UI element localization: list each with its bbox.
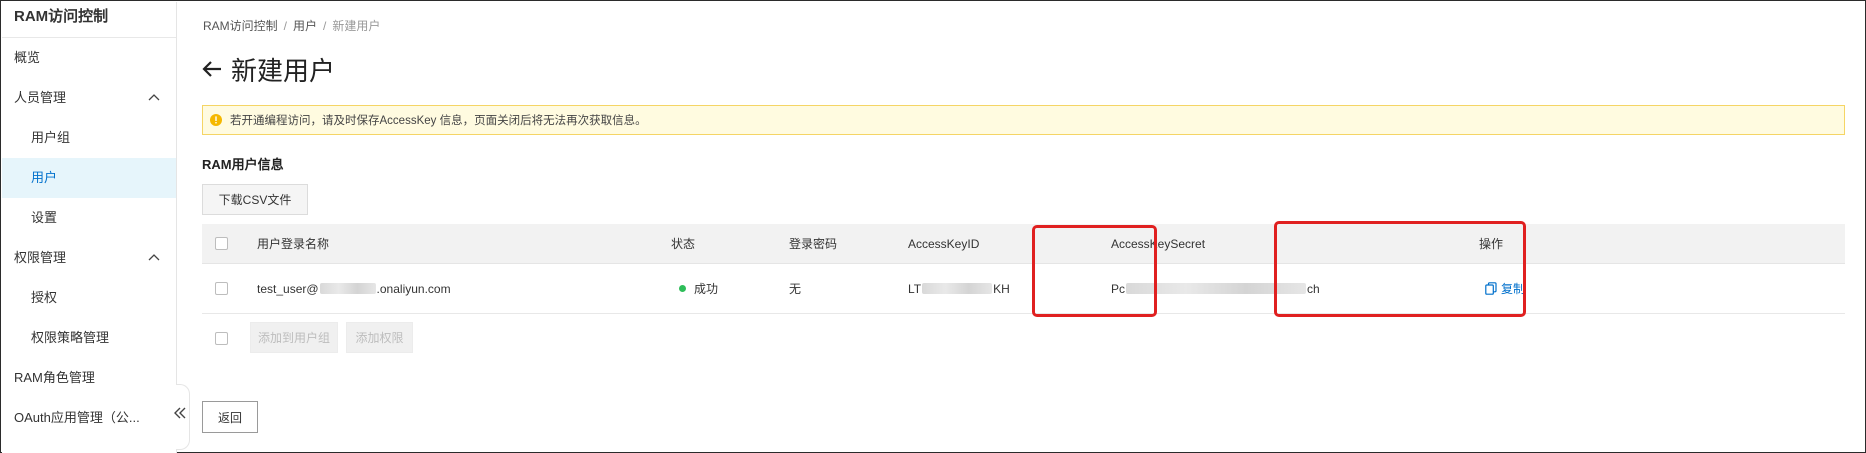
app-window: RAM访问控制 概览 人员管理 用户组 用户 设置 权限管理 授权 权限策略管理… [0,0,1866,453]
warning-circle-icon [210,114,222,126]
sidebar-item-groups[interactable]: 用户组 [2,118,176,158]
sidebar-item-roles[interactable]: RAM角色管理 [2,358,176,398]
column-header-accesskey-id: AccessKeyID [908,236,980,251]
alert-banner: 若开通编程访问，请及时保存AccessKey 信息，页面关闭后将无法再次获取信息… [202,105,1845,135]
sidebar-item-label: 授权 [31,290,58,305]
table-footer: 添加到用户组 添加权限 [202,314,1845,362]
row-select-cell [215,264,228,313]
breadcrumb-separator: / [323,19,327,33]
login-name-cell: test_user@ .onaliyun.com [257,264,451,313]
column-header-password: 登录密码 [789,237,838,251]
login-name-suffix: .onaliyun.com [376,281,451,296]
sidebar-item-identities[interactable]: 人员管理 [2,78,176,118]
section-title: RAM用户信息 [202,157,284,172]
breadcrumb-separator: / [283,19,288,33]
select-all-cell [215,224,228,263]
footer-checkbox[interactable] [215,331,228,345]
sidebar-item-settings[interactable]: 设置 [2,198,176,238]
redacted-text [319,283,376,294]
sidebar-item-grants[interactable]: 授权 [2,278,176,318]
sidebar-item-permissions[interactable]: 权限管理 [2,238,176,278]
accesskey-id-suffix: KH [993,281,1010,296]
login-name-prefix: test_user@ [257,281,319,296]
success-dot-icon [679,285,686,292]
sidebar-item-label: RAM角色管理 [14,370,95,385]
page-header: 新建用户 [201,52,335,86]
chevron-up-icon [148,94,160,101]
chevron-up-icon [148,254,160,261]
back-button[interactable]: 返回 [202,401,258,433]
sidebar-item-label: OAuth应用管理（公... [14,410,140,425]
accesskey-secret-highlight [1274,221,1526,317]
accesskey-id-cell: LT KH [908,264,1010,313]
arrow-left-icon[interactable] [201,58,223,80]
password-cell: 无 [789,282,802,296]
column-header-login: 用户登录名称 [257,237,330,251]
status-text: 成功 [694,282,719,296]
column-header-status: 状态 [671,237,696,251]
sidebar-item-policies[interactable]: 权限策略管理 [2,318,176,358]
sidebar-item-label: 用户 [31,170,58,185]
breadcrumb-current: 新建用户 [332,19,381,33]
redacted-text [922,283,993,294]
sidebar-item-label: 设置 [31,210,58,225]
status-cell: 成功 [679,264,718,313]
breadcrumb: RAM访问控制 / 用户 / 新建用户 [203,17,380,34]
add-to-group-button[interactable]: 添加到用户组 [250,322,338,353]
breadcrumb-link[interactable]: RAM访问控制 [203,19,278,33]
sidebar-item-label: 权限策略管理 [31,330,110,345]
page-title: 新建用户 [231,55,336,86]
row-checkbox[interactable] [215,282,228,295]
sidebar-item-label: 用户组 [31,130,71,145]
sidebar-item-overview[interactable]: 概览 [2,38,176,78]
main-content: RAM访问控制 / 用户 / 新建用户 新建用户 若开通编程访问，请及时保存Access… [178,2,1864,451]
sidebar-item-label: 概览 [14,50,41,65]
user-table: 用户登录名称 状态 登录密码 AccessKeyID AccessKeySecr… [202,224,1845,362]
sidebar: RAM访问控制 概览 人员管理 用户组 用户 设置 权限管理 授权 权限策略管理… [2,2,177,453]
sidebar-item-oauth[interactable]: OAuth应用管理（公... [2,398,176,438]
sidebar-item-users[interactable]: 用户 [2,158,176,198]
download-csv-button[interactable]: 下载CSV文件 [202,184,308,215]
accesskey-id-prefix: LT [908,281,922,296]
table-row: test_user@ .onaliyun.com 成功 无 LT KH Pc ch [202,264,1845,314]
sidebar-item-label: 权限管理 [14,250,67,265]
accesskey-id-highlight [1032,225,1157,317]
footer-select-cell [215,314,228,362]
add-permission-button[interactable]: 添加权限 [346,322,413,353]
breadcrumb-link[interactable]: 用户 [293,19,317,33]
sidebar-title: RAM访问控制 [2,2,176,38]
alert-text: 若开通编程访问，请及时保存AccessKey 信息，页面关闭后将无法再次获取信息… [230,115,647,127]
select-all-checkbox[interactable] [215,237,228,250]
sidebar-item-label: 人员管理 [14,90,67,105]
table-header: 用户登录名称 状态 登录密码 AccessKeyID AccessKeySecr… [202,224,1845,264]
